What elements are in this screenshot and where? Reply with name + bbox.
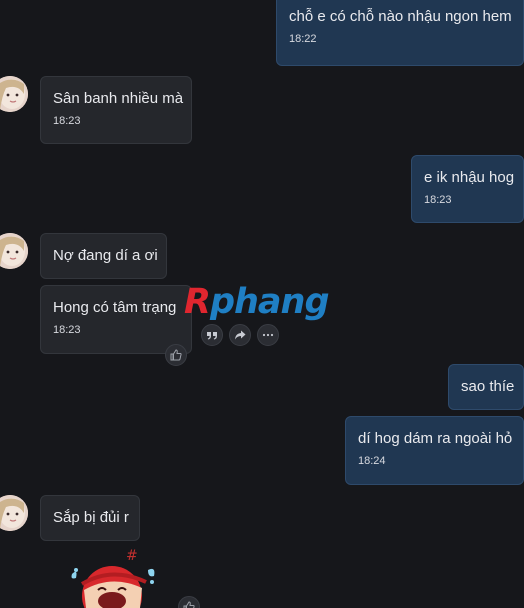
more-icon	[262, 333, 274, 337]
thumbs-up-icon	[183, 601, 195, 608]
message-bubble-incoming[interactable]: Nợ đang dí a ơi	[40, 233, 167, 279]
forward-button[interactable]	[229, 324, 251, 346]
avatar[interactable]	[0, 233, 28, 269]
message-text: e ik nhậu hog	[424, 169, 515, 186]
message-text: Hong có tâm trạng	[53, 299, 177, 316]
message-bubble-incoming[interactable]: Sân banh nhiều mà 18:23	[40, 76, 192, 144]
message-text: dí hog dám ra ngoài hỏ	[358, 430, 513, 447]
forward-icon	[235, 330, 246, 340]
message-bubble-incoming[interactable]: Hong có tâm trạng 18:23	[40, 285, 192, 354]
message-bubble-outgoing[interactable]: dí hog dám ra ngoài hỏ 18:24	[345, 416, 524, 485]
message-text: sao thíe	[461, 378, 515, 395]
message-time: 18:22	[289, 33, 317, 45]
like-button[interactable]	[178, 596, 200, 608]
message-time: 18:23	[53, 324, 81, 336]
chat-messages-panel: chỗ e có chỗ nào nhậu ngon hem 18:22 Sân…	[0, 0, 524, 608]
message-text: Sắp bị đủi r	[53, 509, 129, 526]
message-bubble-outgoing[interactable]: sao thíe	[448, 364, 524, 410]
message-time: 18:23	[53, 115, 81, 127]
watermark-logo: Rphang	[184, 282, 330, 322]
thumbs-up-icon	[170, 349, 182, 361]
message-bubble-outgoing[interactable]: chỗ e có chỗ nào nhậu ngon hem 18:22	[276, 0, 524, 66]
like-button[interactable]	[165, 344, 187, 366]
message-text: chỗ e có chỗ nào nhậu ngon hem	[289, 8, 512, 25]
avatar[interactable]	[0, 76, 28, 112]
svg-text:#: #	[126, 548, 138, 564]
message-time: 18:23	[424, 194, 452, 206]
crying-sticker[interactable]: #	[62, 546, 166, 608]
message-text: Nợ đang dí a ơi	[53, 247, 158, 264]
more-options-button[interactable]	[257, 324, 279, 346]
message-time: 18:24	[358, 455, 386, 467]
message-bubble-incoming[interactable]: Sắp bị đủi r	[40, 495, 140, 541]
message-bubble-outgoing[interactable]: e ik nhậu hog 18:23	[411, 155, 524, 223]
quote-button[interactable]	[201, 324, 223, 346]
quote-icon	[207, 332, 217, 340]
message-text: Sân banh nhiều mà	[53, 90, 184, 107]
avatar[interactable]	[0, 495, 28, 531]
